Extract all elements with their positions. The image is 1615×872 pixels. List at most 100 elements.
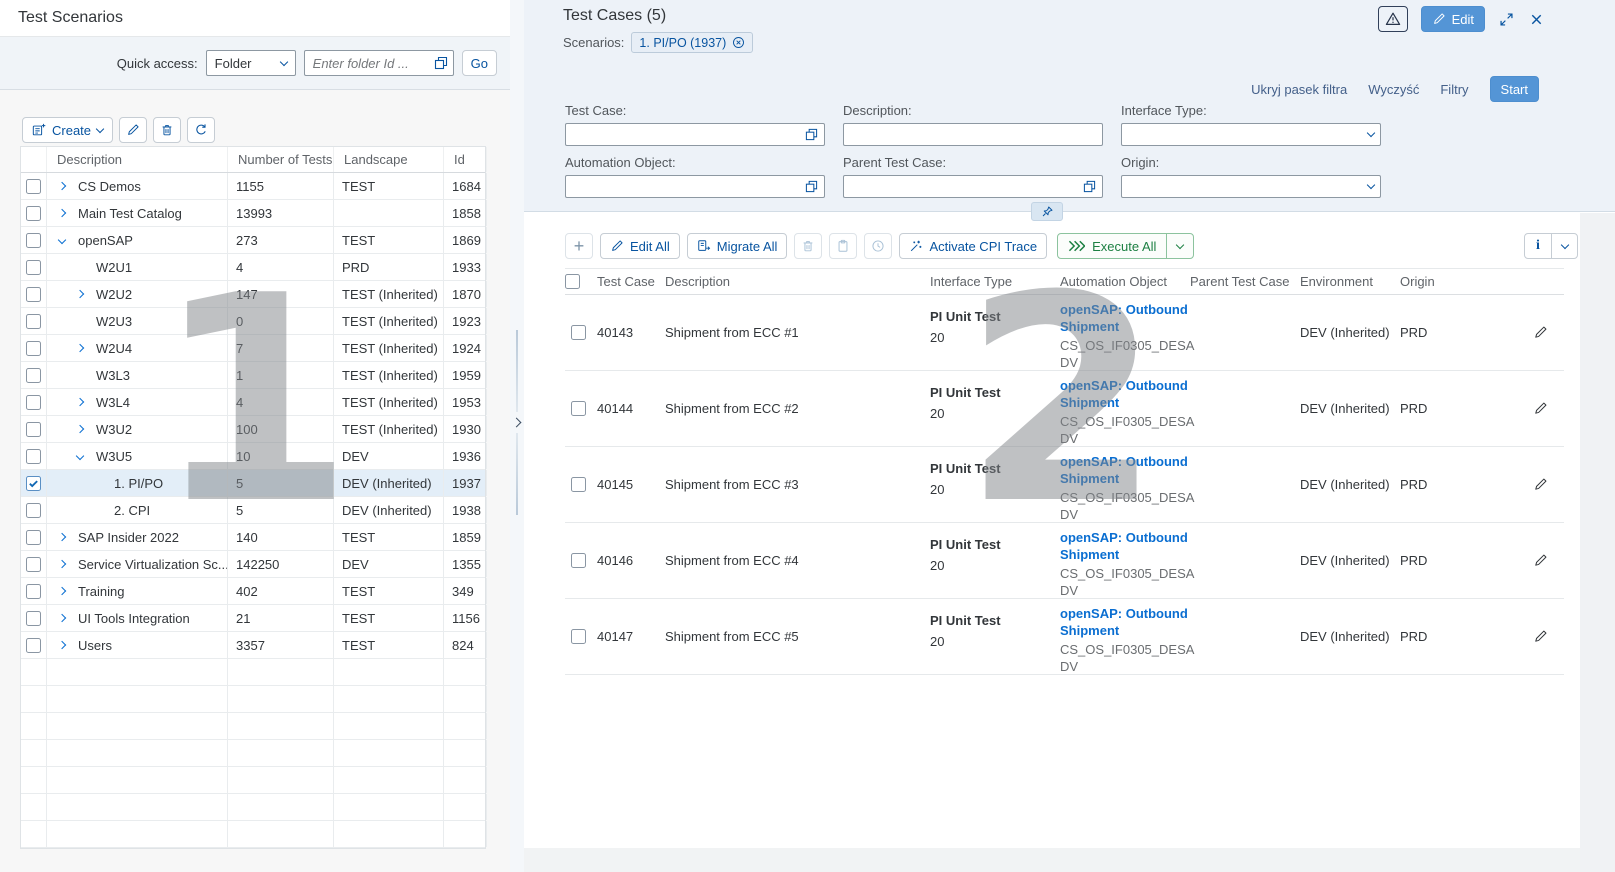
edit-row-button[interactable] <box>1533 401 1548 416</box>
scenario-row[interactable]: Users 3357 TEST 824 <box>21 632 485 659</box>
clear-filters-link[interactable]: Wyczyść <box>1368 82 1419 97</box>
scenario-row[interactable]: Main Test Catalog 13993 1858 <box>21 200 485 227</box>
messages-button[interactable] <box>1378 6 1408 32</box>
row-checkbox[interactable] <box>26 530 41 545</box>
value-help-icon[interactable] <box>805 128 818 141</box>
hide-filter-bar-link[interactable]: Ukryj pasek filtra <box>1251 82 1347 97</box>
row-checkbox[interactable] <box>26 611 41 626</box>
row-checkbox[interactable] <box>26 557 41 572</box>
test-case-row[interactable]: 40144 Shipment from ECC #2 PI Unit Test … <box>565 371 1564 447</box>
column-header-environment[interactable]: Environment <box>1300 274 1400 289</box>
expand-arrow-icon[interactable] <box>58 533 66 541</box>
column-header-description[interactable]: Description <box>665 274 930 289</box>
column-header-description[interactable]: Description <box>47 147 228 172</box>
expand-arrow-icon[interactable] <box>58 587 66 595</box>
scenario-row[interactable]: W3L3 1 TEST (Inherited) 1959 <box>21 362 485 389</box>
scenario-token[interactable]: 1. PI/PO (1937) <box>631 32 753 53</box>
remove-token-icon[interactable] <box>732 36 745 49</box>
go-button[interactable]: Go <box>462 50 497 76</box>
column-header-id[interactable]: Id <box>444 147 487 172</box>
automation-object-link[interactable]: openSAP: Outbound Shipment <box>1060 606 1190 639</box>
row-checkbox[interactable] <box>26 260 41 275</box>
row-checkbox[interactable] <box>26 341 41 356</box>
paste-button[interactable] <box>829 233 857 259</box>
folder-id-input[interactable] <box>304 50 454 76</box>
edit-row-button[interactable] <box>1533 325 1548 340</box>
expand-arrow-icon[interactable] <box>76 290 84 298</box>
row-checkbox[interactable] <box>571 553 586 568</box>
scenario-row[interactable]: W2U4 7 TEST (Inherited) 1924 <box>21 335 485 362</box>
enter-fullscreen-button[interactable] <box>1498 11 1515 28</box>
row-checkbox[interactable] <box>26 422 41 437</box>
row-checkbox[interactable] <box>571 629 586 644</box>
row-checkbox[interactable] <box>26 368 41 383</box>
column-header-interface-type[interactable]: Interface Type <box>930 274 1060 289</box>
row-checkbox[interactable] <box>26 206 41 221</box>
info-button[interactable]: i <box>1525 234 1551 258</box>
scenario-row[interactable]: W3L4 4 TEST (Inherited) 1953 <box>21 389 485 416</box>
value-help-icon[interactable] <box>805 180 818 193</box>
row-checkbox[interactable] <box>26 503 41 518</box>
scenario-row[interactable]: W3U2 100 TEST (Inherited) 1930 <box>21 416 485 443</box>
automation-object-link[interactable]: openSAP: Outbound Shipment <box>1060 454 1190 487</box>
filters-link[interactable]: Filtry <box>1440 82 1468 97</box>
select-all-checkbox[interactable] <box>565 274 580 289</box>
refresh-button[interactable] <box>187 117 215 143</box>
test-case-row[interactable]: 40147 Shipment from ECC #5 PI Unit Test … <box>565 599 1564 675</box>
edit-all-button[interactable]: Edit All <box>600 233 680 259</box>
scenario-row[interactable]: openSAP 273 TEST 1869 <box>21 227 485 254</box>
expand-arrow-icon[interactable] <box>76 452 84 460</box>
history-button[interactable] <box>864 233 892 259</box>
row-checkbox[interactable] <box>571 477 586 492</box>
scenario-row[interactable]: SAP Insider 2022 140 TEST 1859 <box>21 524 485 551</box>
value-help-icon[interactable] <box>1083 180 1096 193</box>
row-checkbox[interactable] <box>26 314 41 329</box>
value-help-icon[interactable] <box>434 56 448 70</box>
row-checkbox[interactable] <box>26 233 41 248</box>
row-checkbox[interactable] <box>26 179 41 194</box>
scenario-row[interactable]: W3U5 10 DEV 1936 <box>21 443 485 470</box>
edit-row-button[interactable] <box>1533 553 1548 568</box>
column-header-landscape[interactable]: Landscape <box>334 147 444 172</box>
execute-all-button[interactable]: Execute All <box>1058 234 1166 258</box>
parent-test-case-filter-input[interactable] <box>843 175 1103 198</box>
expand-arrow-icon[interactable] <box>58 560 66 568</box>
interface-type-filter-select[interactable] <box>1121 123 1381 146</box>
edit-row-button[interactable] <box>1533 629 1548 644</box>
close-panel-button[interactable] <box>1528 11 1545 28</box>
column-header-number-of-tests[interactable]: Number of Tests <box>228 147 334 172</box>
description-filter-input[interactable] <box>843 123 1103 146</box>
collapse-panel-icon[interactable] <box>512 418 522 428</box>
expand-arrow-icon[interactable] <box>58 614 66 622</box>
test-case-row[interactable]: 40146 Shipment from ECC #4 PI Unit Test … <box>565 523 1564 599</box>
start-button[interactable]: Start <box>1490 76 1539 102</box>
scenario-row[interactable]: 2. CPI 5 DEV (Inherited) 1938 <box>21 497 485 524</box>
column-header-origin[interactable]: Origin <box>1400 274 1470 289</box>
info-menu-button[interactable] <box>1551 234 1577 258</box>
expand-arrow-icon[interactable] <box>76 425 84 433</box>
panel-splitter[interactable] <box>510 0 524 872</box>
scenario-row[interactable]: Service Virtualization Sc... 142250 DEV … <box>21 551 485 578</box>
row-checkbox[interactable] <box>26 638 41 653</box>
row-checkbox[interactable] <box>26 449 41 464</box>
edit-scenario-button[interactable] <box>119 117 147 143</box>
row-checkbox[interactable] <box>26 476 41 491</box>
expand-arrow-icon[interactable] <box>58 641 66 649</box>
edit-button[interactable]: Edit <box>1421 6 1485 32</box>
expand-arrow-icon[interactable] <box>58 182 66 190</box>
automation-object-filter-input[interactable] <box>565 175 825 198</box>
quick-access-type-select[interactable]: Folder <box>206 50 296 76</box>
delete-test-case-button[interactable] <box>794 233 822 259</box>
row-checkbox[interactable] <box>571 325 586 340</box>
column-header-parent-test-case[interactable]: Parent Test Case <box>1190 274 1300 289</box>
scenario-row[interactable]: UI Tools Integration 21 TEST 1156 <box>21 605 485 632</box>
scenario-row[interactable]: W2U2 147 TEST (Inherited) 1870 <box>21 281 485 308</box>
migrate-all-button[interactable]: Migrate All <box>687 233 788 259</box>
scenario-row[interactable]: W2U3 0 TEST (Inherited) 1923 <box>21 308 485 335</box>
row-checkbox[interactable] <box>571 401 586 416</box>
execute-all-menu-button[interactable] <box>1166 234 1193 258</box>
row-checkbox[interactable] <box>26 395 41 410</box>
scenario-row[interactable]: 1. PI/PO 5 DEV (Inherited) 1937 <box>21 470 485 497</box>
add-test-case-button[interactable]: + <box>565 233 593 259</box>
edit-row-button[interactable] <box>1533 477 1548 492</box>
